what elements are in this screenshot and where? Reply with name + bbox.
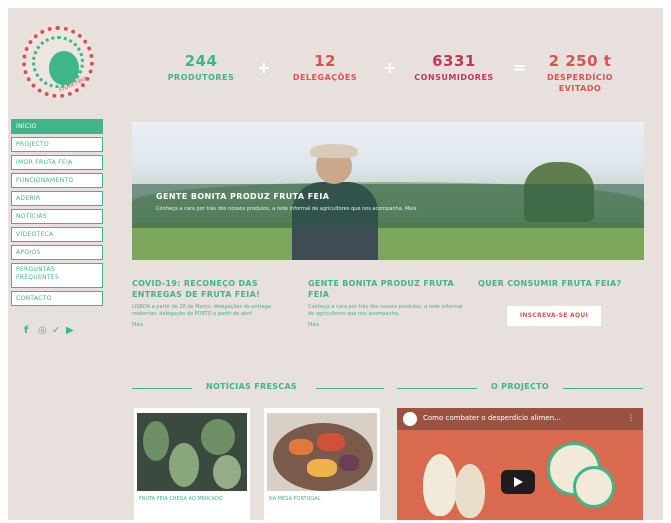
vegetable-shape (143, 421, 169, 461)
video-title-bar: Como combater o desperdício alimen... ⋮ (397, 408, 643, 430)
page: Fruta Feia 244 PRODUTORES + 12 DELEGAÇÕE… (8, 8, 663, 520)
divider (397, 388, 477, 389)
nav-item-inicio[interactable]: INÍCIO (11, 119, 103, 134)
food-shape (339, 455, 359, 471)
divider (563, 388, 643, 389)
play-icon (514, 477, 523, 487)
stat-value: 244 (184, 52, 218, 70)
farmer-hat (310, 144, 358, 158)
nav-item-videoteca[interactable]: VÍDEOTECA (11, 227, 103, 242)
news-card-image (137, 413, 247, 491)
hero-banner[interactable]: GENTE BONITA PRODUZ FRUTA FEIA Conheça a… (132, 122, 644, 260)
nav-item-noticias[interactable]: NOTÍCIAS (11, 209, 103, 224)
pear-shape (423, 454, 457, 516)
instagram-icon[interactable]: ◎ (38, 326, 48, 336)
nav-item-perguntas-frequentes[interactable]: PERGUNTAS FREQUENTES (11, 263, 103, 288)
project-video[interactable]: Como combater o desperdício alimen... ⋮ (397, 408, 643, 520)
social-links: f ◎ ✓ ▶ (24, 326, 76, 336)
feature-gente-bonita: GENTE BONITA PRODUZ FRUTA FEIA Conheça a… (308, 278, 468, 329)
pear-shape (455, 464, 485, 518)
vegetable-shape (169, 443, 199, 487)
section-title: NOTÍCIAS FRESCAS (206, 382, 297, 391)
news-card-caption: FRUTA FEIA CHEGA AO MERCADO (139, 496, 223, 502)
stat-value: 6331 (432, 52, 476, 70)
apple-shape (573, 466, 615, 508)
food-shape (317, 433, 345, 451)
stat-label: CONSUMIDORES (414, 73, 494, 82)
sidebar-nav: INÍCIO PROJECTO IMOR FRUTA FEIA FUNCIONA… (11, 119, 103, 309)
nav-item-contacto[interactable]: CONTACTO (11, 291, 103, 306)
stat-label: DESPERDÍCIO EVITADO (546, 73, 614, 93)
hero-subtitle: Conheça a cara por trás dos nossos produ… (156, 206, 417, 212)
news-card-caption: NA MESA PORTUGAL (269, 496, 321, 502)
feature-text: LISBOA a partir de 28 de Março: delegaçõ… (132, 304, 271, 317)
nav-item-aderir[interactable]: ADERIR (11, 191, 103, 206)
nav-item-projecto[interactable]: PROJECTO (11, 137, 103, 152)
divider (316, 388, 384, 389)
feature-subscribe: QUER CONSUMIR FRUTA FEIA? (478, 278, 648, 289)
food-shape (307, 459, 337, 477)
news-section-header: NOTÍCIAS FRESCAS (132, 382, 384, 394)
feature-text: Conheça a cara por trás dos nossos produ… (308, 304, 463, 317)
divider (132, 388, 192, 389)
food-shape (289, 439, 313, 455)
play-button[interactable] (501, 470, 535, 494)
stat-value: 2 250 t (548, 52, 612, 70)
feature-title: QUER CONSUMIR FRUTA FEIA? (478, 279, 622, 288)
feature-title[interactable]: GENTE BONITA PRODUZ FRUTA FEIA (308, 278, 468, 300)
feature-title[interactable]: COVID-19: RECONEÇO DAS ENTREGAS DE FRUTA… (132, 278, 272, 300)
stat-label: DELEGAÇÕES (292, 73, 358, 82)
project-section-header: O PROJECTO (397, 382, 643, 394)
section-title: O PROJECTO (491, 382, 549, 391)
feature-more-link[interactable]: Mais (132, 322, 272, 329)
stat-waste-avoided: 2 250 t DESPERDÍCIO EVITADO (532, 52, 628, 94)
vegetable-shape (201, 419, 235, 455)
vegetable-shape (213, 455, 241, 489)
news-card[interactable]: FRUTA FEIA CHEGA AO MERCADO (134, 408, 250, 520)
stat-value: 12 (314, 52, 336, 70)
hero-caption: GENTE BONITA PRODUZ FRUTA FEIA Conheça a… (132, 184, 644, 228)
facebook-icon[interactable]: f (24, 326, 34, 336)
news-card[interactable]: NA MESA PORTUGAL (264, 408, 380, 520)
nav-item-imor-fruta-feia[interactable]: IMOR FRUTA FEIA (11, 155, 103, 170)
fruta-feia-logo[interactable]: Fruta Feia (22, 26, 94, 98)
stat-consumers: 6331 CONSUMIDORES (404, 52, 504, 83)
stat-label: PRODUTORES (167, 73, 235, 82)
equals-operator: = (513, 58, 527, 77)
channel-avatar[interactable] (403, 412, 417, 426)
plus-operator: + (383, 58, 397, 77)
plus-operator: + (257, 58, 271, 77)
feature-more-link[interactable]: Mais (308, 322, 468, 329)
news-card-image (267, 413, 377, 491)
feature-covid: COVID-19: RECONEÇO DAS ENTREGAS DE FRUTA… (132, 278, 272, 329)
subscribe-button[interactable]: INSCREVA-SE AQUI (507, 306, 601, 326)
hero-title: GENTE BONITA PRODUZ FRUTA FEIA (156, 192, 330, 201)
stat-delegations: 12 DELEGAÇÕES (280, 52, 370, 83)
nav-item-apoios[interactable]: APOIOS (11, 245, 103, 260)
video-title[interactable]: Como combater o desperdício alimen... (423, 414, 561, 422)
stat-producers: 244 PRODUTORES (156, 52, 246, 83)
nav-item-funcionamento[interactable]: FUNCIONAMENTO (11, 173, 103, 188)
youtube-icon[interactable]: ▶ (66, 326, 76, 336)
more-vertical-icon[interactable]: ⋮ (627, 413, 635, 422)
twitter-icon[interactable]: ✓ (52, 326, 62, 336)
